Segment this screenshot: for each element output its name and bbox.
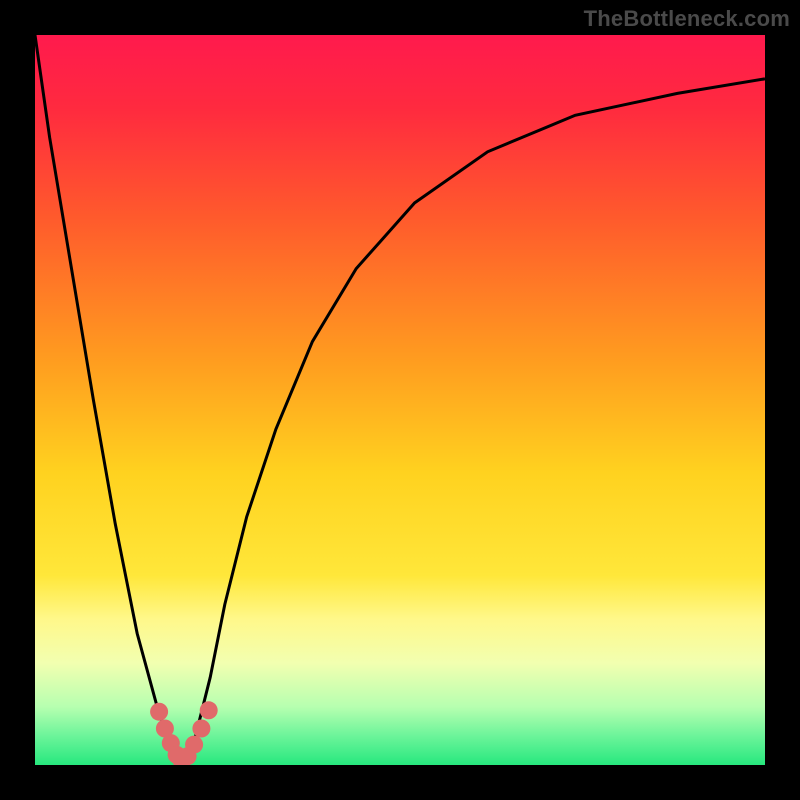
- plot-area: [35, 35, 765, 765]
- chart-frame: TheBottleneck.com: [0, 0, 800, 800]
- sweet-spot-dot: [192, 720, 210, 738]
- bottleneck-curve: [35, 35, 765, 765]
- sweet-spot-dot: [185, 736, 203, 754]
- sweet-spot-markers: [150, 701, 218, 765]
- sweet-spot-dot: [150, 703, 168, 721]
- curve-line: [35, 35, 765, 765]
- sweet-spot-dot: [200, 701, 218, 719]
- watermark-text: TheBottleneck.com: [584, 6, 790, 32]
